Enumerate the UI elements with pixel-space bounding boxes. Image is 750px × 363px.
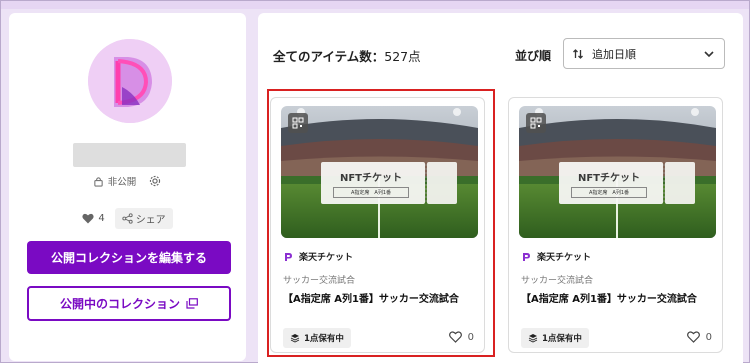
qr-code-icon	[292, 117, 304, 129]
item-card[interactable]: NFTチケット A指定席 A列1番 楽天チケット サッカー交流試合 【A指定席 …	[270, 97, 485, 353]
public-collection-button[interactable]: 公開中のコレクション	[27, 286, 231, 321]
ticket-seat: A指定席 A列1番	[333, 187, 409, 198]
rakuten-logo-icon	[523, 252, 530, 261]
item-count-label: 全てのアイテム数：	[273, 49, 385, 64]
item-title[interactable]: 【A指定席 A列1番】サッカー交流試合	[521, 290, 697, 305]
item-title[interactable]: 【A指定席 A列1番】サッカー交流試合	[283, 290, 459, 305]
edit-collection-label: 公開コレクションを編集する	[50, 251, 207, 265]
sort-icon	[573, 48, 583, 59]
favorite-count: 0	[467, 331, 474, 343]
issuer-name: 楽天チケット	[299, 253, 354, 263]
qr-badge	[288, 113, 308, 133]
ticket-title: NFTチケット	[577, 173, 641, 184]
owned-label: 1点保有中	[542, 334, 582, 344]
heart-outline-icon[interactable]	[448, 331, 462, 343]
item-category: サッカー交流試合	[521, 276, 594, 286]
favorite-count: 0	[705, 331, 712, 343]
chevron-down-icon	[704, 50, 714, 57]
item-thumbnail: NFTチケット A指定席 A列1番	[519, 106, 716, 238]
share-icon	[122, 212, 133, 224]
likes-count: 4	[98, 212, 105, 224]
likes: 4	[82, 212, 105, 224]
privacy-label: 非公開	[107, 177, 137, 188]
username-blurred	[73, 143, 186, 167]
privacy-status: 非公開	[9, 173, 246, 189]
lock-icon	[94, 176, 103, 187]
item-card[interactable]: NFTチケット A指定席 A列1番 楽天チケット サッカー交流試合 【A指定席 …	[508, 97, 723, 353]
item-count: 全てのアイテム数：527点	[273, 46, 421, 65]
sort-label: 並び順	[515, 49, 552, 63]
share-label: シェア	[135, 214, 166, 226]
ticket-seat: A指定席 A列1番	[571, 187, 647, 198]
rakuten-logo-icon	[285, 252, 292, 261]
heart-outline-icon[interactable]	[686, 331, 700, 343]
owned-badge: 1点保有中	[521, 328, 589, 348]
item-category: サッカー交流試合	[283, 276, 356, 286]
favorite[interactable]: 0	[448, 331, 474, 343]
nft-ticket-graphic: NFTチケット A指定席 A列1番	[559, 162, 699, 204]
layers-icon	[290, 334, 300, 343]
issuer-name: 楽天チケット	[537, 253, 592, 263]
top-band	[1, 1, 749, 9]
avatar-logo-icon	[88, 39, 172, 123]
share-button[interactable]: シェア	[114, 207, 173, 229]
edit-collection-button[interactable]: 公開コレクションを編集する	[27, 241, 231, 274]
gear-icon[interactable]	[148, 174, 162, 188]
item-count-value: 527点	[384, 49, 421, 64]
sort-dropdown[interactable]: 追加日順	[563, 38, 725, 69]
qr-badge	[526, 113, 546, 133]
avatar[interactable]	[88, 39, 172, 123]
heart-icon	[82, 213, 94, 223]
issuer: 楽天チケット	[283, 250, 353, 263]
nft-ticket-graphic: NFTチケット A指定席 A列1番	[321, 162, 461, 204]
public-collection-label: 公開中のコレクション	[59, 297, 180, 311]
favorite[interactable]: 0	[686, 331, 712, 343]
ticket-title: NFTチケット	[339, 173, 403, 184]
profile-stats: 4 シェア	[9, 207, 246, 229]
qr-code-icon	[530, 117, 542, 129]
sort-value: 追加日順	[592, 47, 636, 61]
issuer: 楽天チケット	[521, 250, 591, 263]
owned-label: 1点保有中	[304, 334, 344, 344]
profile-panel: 非公開 4 シェア 公開コレクションを編集する 公開中のコレクション	[9, 13, 246, 361]
layers-icon	[528, 334, 538, 343]
external-link-icon	[186, 298, 198, 309]
item-thumbnail: NFTチケット A指定席 A列1番	[281, 106, 478, 238]
owned-badge: 1点保有中	[283, 328, 351, 348]
items-panel: 全てのアイテム数：527点 並び順 追加日順 NFTチケット A指定席 A列1番…	[258, 13, 743, 363]
